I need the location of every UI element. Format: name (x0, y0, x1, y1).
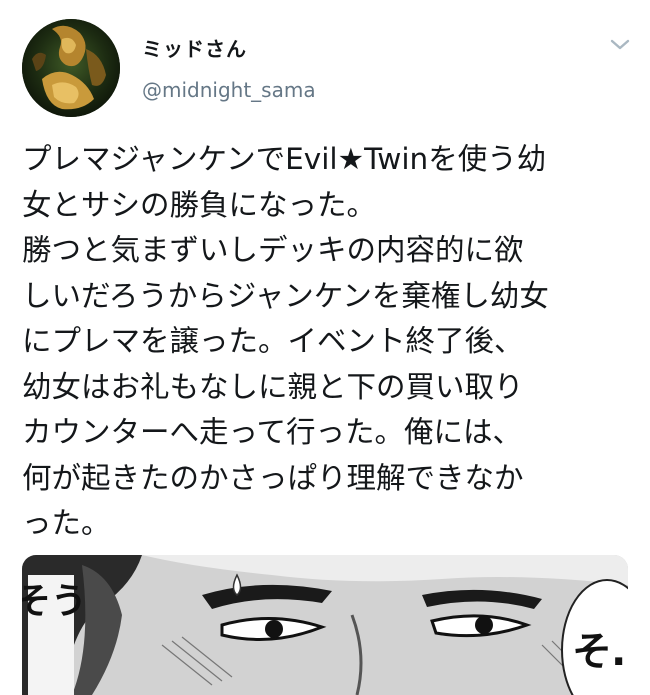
tweet-media-image[interactable]: そう そ… (22, 555, 628, 695)
tweet-text-line: 勝つと気まずいしデッキの内容的に欲 (22, 233, 524, 267)
tweet-text-line: った。 (22, 506, 111, 540)
tweet-text-line: しいだろうからジャンケンを棄権し幼女 (22, 278, 549, 313)
chevron-down-icon[interactable] (608, 36, 632, 54)
avatar[interactable] (22, 19, 120, 117)
manga-text-right: そ… (572, 629, 628, 675)
author-display-name[interactable]: ミッドさん (142, 33, 247, 62)
tweet-text-line: プレマジャンケンでEvil★Twinを使う幼 (22, 142, 547, 176)
manga-text-left-1: そう (22, 581, 87, 622)
tweet-text-line: カウンターへ走って行った。俺には、 (22, 415, 523, 449)
tweet-card: ミッドさん @midnight_sama プレマジャンケンでEvil★Twinを… (0, 0, 650, 695)
tweet-text-line: にプレマを譲った。イベント終了後、 (22, 324, 524, 358)
avatar-image (22, 19, 120, 117)
tweet-text: プレマジャンケンでEvil★Twinを使う幼 女とサシの勝負になった。 勝つと気… (22, 137, 637, 547)
tweet-text-line: 幼女はお礼もなしに親と下の買い取り (22, 369, 524, 404)
manga-panel-image: そう そ… (22, 555, 628, 695)
author-handle[interactable]: @midnight_sama (142, 78, 316, 102)
tweet-text-line: 何が起きたのかさっぱり理解できなか (22, 460, 524, 495)
tweet-text-line: 女とサシの勝負になった。 (22, 187, 377, 222)
